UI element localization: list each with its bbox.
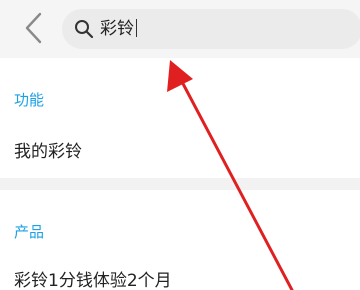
search-icon	[75, 20, 94, 39]
back-button[interactable]	[14, 8, 54, 48]
search-query-text: 彩铃	[100, 18, 137, 40]
search-query-value: 彩铃	[100, 19, 134, 39]
search-header: 彩铃	[0, 0, 360, 58]
list-item-my-ringtone[interactable]: 我的彩铃	[14, 141, 82, 163]
search-input[interactable]: 彩铃	[62, 9, 360, 49]
chevron-left-icon	[25, 12, 42, 44]
list-item-ringtone-trial[interactable]: 彩铃1分钱体验2个月	[14, 270, 172, 290]
section-title-products: 产品	[14, 223, 45, 241]
section-title-features: 功能	[14, 91, 45, 109]
search-results-page: 彩铃 功能 我的彩铃 产品 彩铃1分钱体验2个月	[0, 0, 360, 290]
section-divider	[0, 178, 360, 190]
text-caret	[136, 18, 137, 37]
